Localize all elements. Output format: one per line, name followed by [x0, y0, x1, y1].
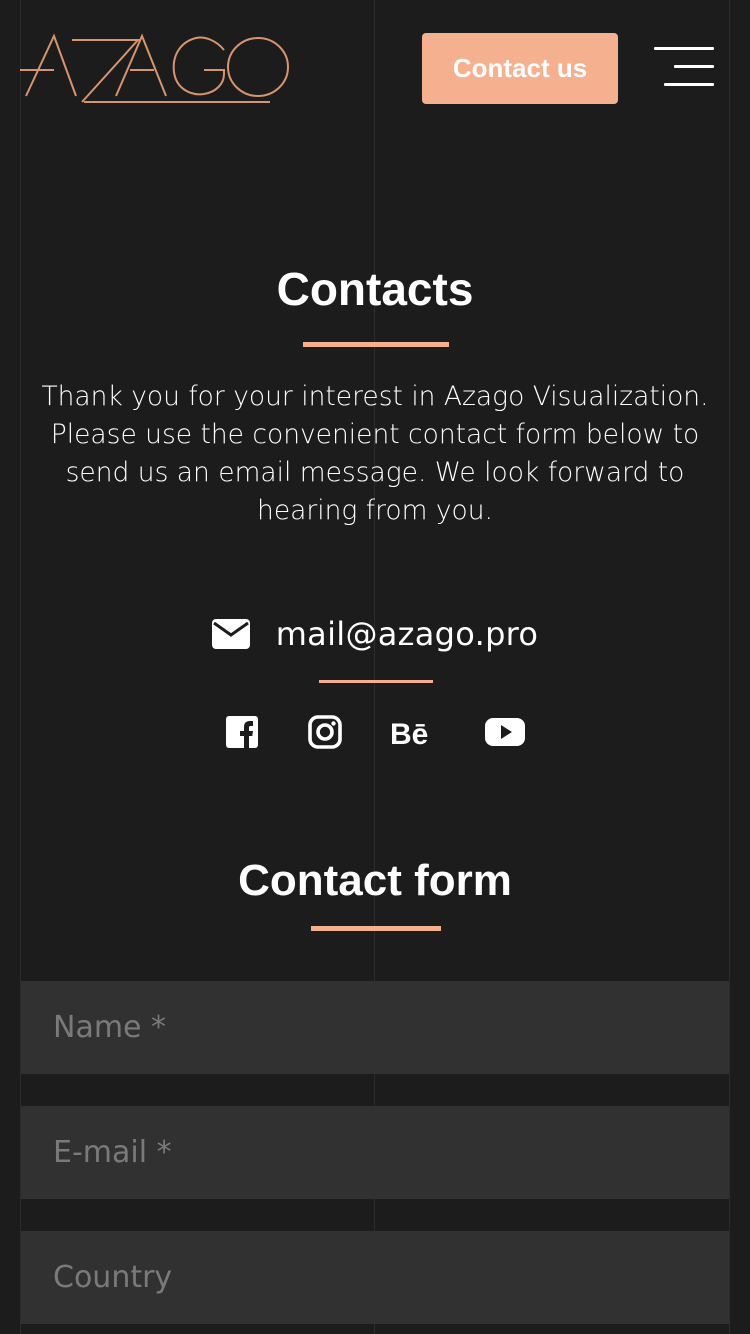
email-divider: [319, 680, 433, 683]
youtube-icon[interactable]: [484, 710, 526, 754]
facebook-icon[interactable]: [222, 710, 262, 754]
name-input[interactable]: [21, 981, 729, 1074]
contact-form-title: Contact form: [238, 856, 512, 905]
email-input[interactable]: [21, 1106, 729, 1199]
envelope-icon: [211, 619, 250, 649]
layout-guide-right: [729, 0, 730, 1334]
behance-icon[interactable]: Bē: [388, 710, 438, 754]
hamburger-menu-icon[interactable]: [652, 44, 716, 92]
country-input[interactable]: [21, 1231, 729, 1324]
contact-form-title-underline: [311, 926, 441, 931]
email-link[interactable]: mail@azago.pro: [276, 615, 539, 653]
email-contact: mail@azago.pro: [0, 610, 750, 658]
contacts-title: Contacts: [276, 263, 474, 315]
azago-logo[interactable]: [20, 30, 292, 106]
contacts-title-underline: [303, 342, 449, 347]
svg-text:Bē: Bē: [390, 718, 428, 751]
contacts-intro-text: Thank you for your interest in Azago Vis…: [41, 381, 709, 526]
contact-us-button[interactable]: Contact us: [422, 33, 618, 104]
instagram-icon[interactable]: [305, 710, 345, 754]
